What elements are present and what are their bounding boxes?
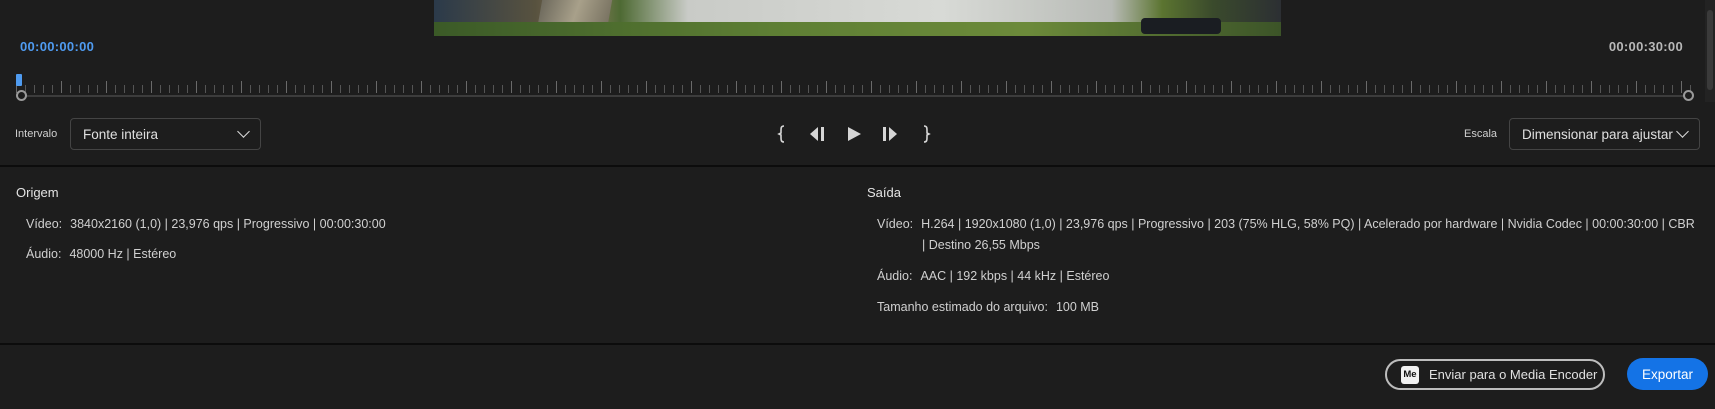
source-title: Origem <box>16 185 59 200</box>
step-forward-icon[interactable] <box>878 122 902 146</box>
output-video-row-cont: | Destino 26,55 Mbps <box>922 238 1040 252</box>
vertical-scrollbar[interactable] <box>1705 0 1715 102</box>
mark-in-icon[interactable] <box>770 122 794 146</box>
footer-divider <box>0 343 1715 345</box>
step-back-icon[interactable] <box>806 122 830 146</box>
range-label: Intervalo <box>15 128 58 140</box>
output-video-value: H.264 | 1920x1080 (1,0) | 23,976 qps | P… <box>921 217 1695 231</box>
in-point-handle[interactable] <box>16 90 27 101</box>
video-preview-thumbnail <box>434 0 1281 36</box>
play-icon[interactable] <box>842 122 866 146</box>
preview-car <box>1141 18 1221 34</box>
scale-label: Escala <box>1464 128 1498 140</box>
output-size-key: Tamanho estimado do arquivo: <box>877 300 1048 314</box>
source-video-value: 3840x2160 (1,0) | 23,976 qps | Progressi… <box>70 217 386 231</box>
timeline-scrubber[interactable] <box>16 74 1694 104</box>
output-title: Saída <box>867 185 901 200</box>
playhead[interactable] <box>16 74 22 86</box>
source-audio-value: 48000 Hz | Estéreo <box>69 247 177 261</box>
section-divider <box>0 165 1715 167</box>
send-to-media-encoder-label: Enviar para o Media Encoder <box>1429 367 1598 382</box>
source-video-key: Vídeo: <box>26 217 63 231</box>
output-size-value: 100 MB <box>1055 300 1100 314</box>
source-audio-key: Áudio: <box>26 247 62 261</box>
chevron-down-icon <box>1676 125 1689 138</box>
output-video-row: Vídeo: H.264 | 1920x1080 (1,0) | 23,976 q… <box>877 214 1695 235</box>
send-to-media-encoder-button[interactable]: Me Enviar para o Media Encoder <box>1385 359 1605 390</box>
chevron-down-icon <box>237 125 250 138</box>
out-point-handle[interactable] <box>1683 90 1694 101</box>
source-audio-row: Áudio: 48000 Hz | Estéreo <box>26 244 176 265</box>
scrollbar-thumb[interactable] <box>1707 10 1713 90</box>
scale-dropdown-value: Dimensionar para ajustar <box>1522 126 1673 142</box>
export-button[interactable]: Exportar <box>1627 358 1708 390</box>
scale-dropdown[interactable]: Dimensionar para ajustar <box>1509 118 1700 150</box>
timeline-track[interactable] <box>22 95 1688 97</box>
range-dropdown-value: Fonte inteira <box>83 126 159 142</box>
output-size-row: Tamanho estimado do arquivo: 100 MB <box>877 297 1099 318</box>
output-audio-key: Áudio: <box>877 269 913 283</box>
media-encoder-icon: Me <box>1401 365 1419 384</box>
source-video-row: Vídeo: 3840x2160 (1,0) | 23,976 qps | Pro… <box>26 214 386 235</box>
output-audio-row: Áudio: AAC | 192 kbps | 44 kHz | Estéreo <box>877 266 1109 287</box>
timecode-start[interactable]: 00:00:00:00 <box>20 39 94 54</box>
output-audio-value: AAC | 192 kbps | 44 kHz | Estéreo <box>920 269 1110 283</box>
range-dropdown[interactable]: Fonte inteira <box>70 118 261 150</box>
mark-out-icon[interactable] <box>914 122 938 146</box>
timecode-end: 00:00:30:00 <box>1608 39 1683 54</box>
output-video-key: Vídeo: <box>877 217 914 231</box>
timeline-ruler-major <box>16 78 1694 96</box>
transport-controls <box>770 122 950 146</box>
